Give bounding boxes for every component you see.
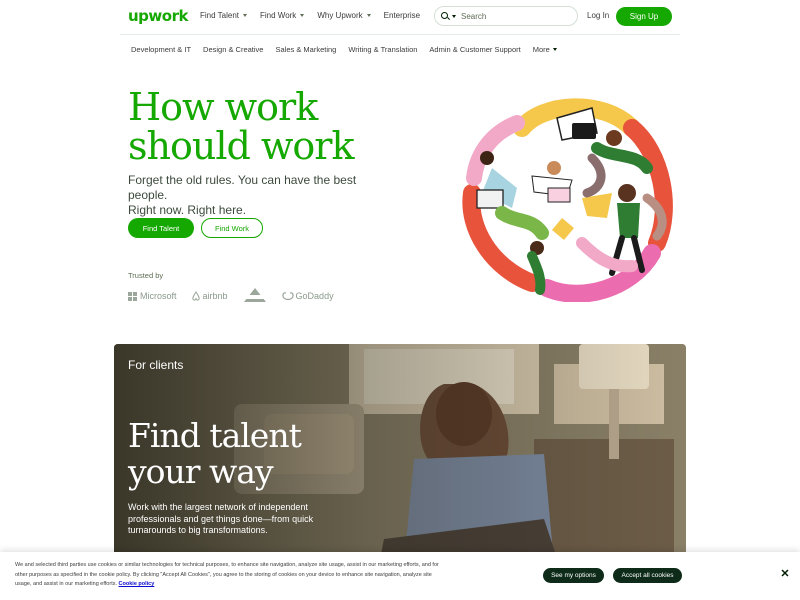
main-nav: Find Talent Find Work Why Upwork Enterpr… (200, 11, 433, 20)
cookie-text-body: We and selected third parties use cookie… (15, 562, 439, 587)
chevron-down-icon (366, 14, 371, 17)
category-writing-translation[interactable]: Writing & Translation (348, 45, 417, 54)
godaddy-label: GoDaddy (295, 291, 334, 301)
microsoft-label: Microsoft (140, 291, 177, 301)
chevron-down-icon (552, 48, 557, 51)
accept-cookies-button[interactable]: Accept all cookies (613, 568, 682, 583)
card-title: Find talent your way (128, 418, 348, 490)
hero-title-line-2: should work (128, 124, 354, 168)
login-link[interactable]: Log In (587, 11, 609, 20)
category-more-label: More (532, 45, 550, 54)
hero-subtitle: Forget the old rules. You can have the b… (128, 173, 398, 218)
nav-enterprise-label: Enterprise (383, 11, 421, 20)
card-description: Work with the largest network of indepen… (128, 502, 314, 535)
search-icon[interactable] (441, 11, 450, 21)
bissell-icon (242, 288, 267, 302)
nav-find-work-label: Find Work (260, 11, 297, 20)
airbnb-icon (191, 291, 200, 301)
card-title-line-1: Find talent (128, 416, 302, 455)
category-nav: Development & IT Design & Creative Sales… (131, 45, 569, 54)
godaddy-icon (281, 292, 294, 301)
hero-illustration (462, 98, 673, 302)
category-design-creative[interactable]: Design & Creative (203, 45, 263, 54)
cookie-text: We and selected third parties use cookie… (15, 561, 445, 590)
nav-enterprise[interactable]: Enterprise (384, 11, 420, 20)
chevron-down-icon (300, 14, 305, 17)
close-icon[interactable]: ✕ (779, 568, 791, 580)
airbnb-logo: airbnb (191, 291, 228, 301)
search-type-chevron-icon[interactable] (452, 14, 456, 18)
cookie-banner: We and selected third parties use cookie… (0, 552, 800, 600)
category-admin-support[interactable]: Admin & Customer Support (429, 45, 520, 54)
bissell-logo: bissell (242, 287, 268, 305)
search-box[interactable] (434, 6, 578, 26)
upwork-logo[interactable]: upwork (128, 7, 188, 25)
for-clients-card[interactable]: For clients Find talent your way Work wi… (114, 344, 686, 564)
search-input[interactable] (461, 11, 571, 21)
godaddy-logo: GoDaddy (281, 291, 334, 301)
hero-title: How work should work (128, 88, 428, 166)
airbnb-label: airbnb (202, 291, 228, 301)
nav-why-upwork[interactable]: Why Upwork (317, 11, 371, 20)
microsoft-logo: Microsoft (128, 291, 177, 301)
nav-find-talent[interactable]: Find Talent (200, 11, 247, 20)
cookie-policy-link[interactable]: Cookie policy (119, 581, 155, 587)
category-sales-marketing[interactable]: Sales & Marketing (275, 45, 336, 54)
trusted-by-label: Trusted by (128, 271, 164, 280)
category-more[interactable]: More (533, 45, 557, 54)
hero-subtitle-line-2: Right now. Right here. (128, 203, 247, 217)
trusted-logos: Microsoft airbnb bissell GoDaddy (128, 287, 348, 305)
header-divider (120, 34, 680, 35)
nav-why-upwork-label: Why Upwork (317, 11, 363, 20)
card-label: For clients (128, 358, 184, 372)
card-title-line-2: your way (128, 452, 274, 491)
hero-subtitle-line-1: Forget the old rules. You can have the b… (128, 173, 357, 202)
find-work-button[interactable]: Find Work (201, 218, 263, 238)
chevron-down-icon (243, 14, 247, 17)
find-talent-button[interactable]: Find Talent (128, 218, 194, 238)
microsoft-grid-icon (128, 291, 137, 301)
signup-button[interactable]: Sign Up (616, 7, 672, 26)
nav-find-work[interactable]: Find Work (260, 11, 305, 20)
nav-find-talent-label: Find Talent (200, 11, 239, 20)
category-development-it[interactable]: Development & IT (131, 45, 191, 54)
see-options-button[interactable]: See my options (543, 568, 604, 583)
hero-title-line-1: How work (128, 85, 318, 129)
top-header: upwork Find Talent Find Work Why Upwork … (0, 0, 800, 34)
page: upwork Find Talent Find Work Why Upwork … (0, 0, 800, 600)
